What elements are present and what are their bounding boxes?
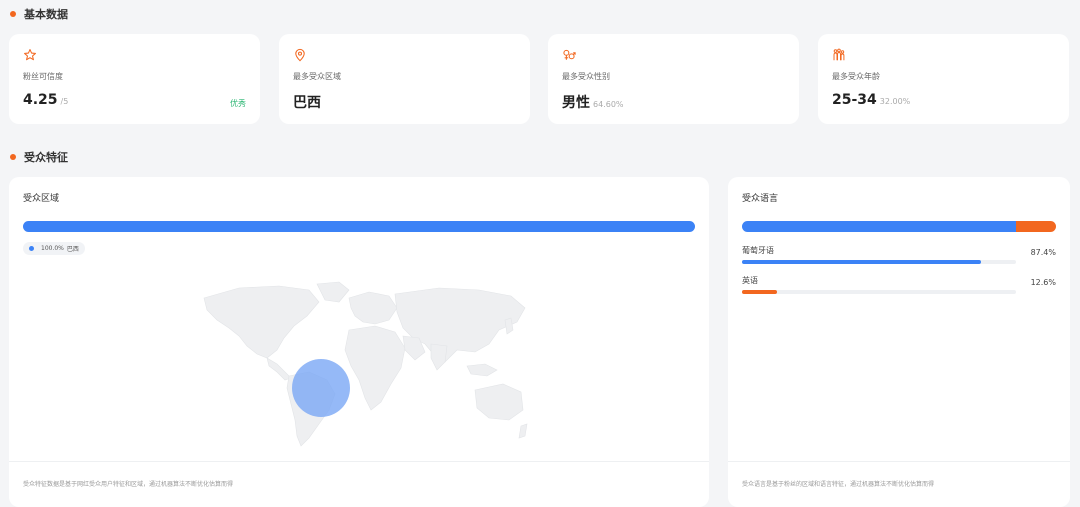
stat-value-text: 25-34 bbox=[832, 92, 877, 108]
stat-label: 粉丝可信度 bbox=[23, 72, 63, 81]
language-fill-portuguese bbox=[742, 260, 982, 264]
stat-value: 4.25 /5 bbox=[23, 92, 68, 108]
map-new-zealand bbox=[518, 423, 528, 439]
audience-language-panel: 受众语言 葡萄牙语 87.4% 英语 12.6% 受众语言是基于粉丝的区域和语言… bbox=[728, 177, 1070, 507]
stat-card-region: 最多受众区域 巴西 bbox=[279, 34, 530, 124]
stat-card-credibility: 粉丝可信度 4.25 /5 优秀 bbox=[9, 34, 260, 124]
world-map bbox=[203, 281, 528, 447]
rating-badge: 优秀 bbox=[230, 99, 246, 108]
language-segment-portuguese[interactable] bbox=[742, 221, 1017, 232]
panel-footnote: 受众特征数据是基于网红受众用户特征和区域，通过机器算法不断优化估算而得 bbox=[23, 481, 234, 488]
map-se-asia bbox=[466, 363, 498, 377]
map-india bbox=[430, 343, 448, 371]
section-title-text: 基本数据 bbox=[24, 8, 68, 21]
language-percent: 12.6% bbox=[1030, 278, 1056, 287]
panel-title: 受众区域 bbox=[23, 194, 60, 204]
legend-percent: 100.0% bbox=[41, 245, 64, 252]
stat-card-gender: 最多受众性别 男性 64.60% bbox=[548, 34, 799, 124]
stat-label: 最多受众年龄 bbox=[832, 72, 880, 81]
stat-sub: 64.60% bbox=[593, 100, 624, 109]
map-greenland bbox=[316, 281, 350, 303]
section-dot bbox=[10, 11, 16, 17]
region-legend-chip[interactable]: 100.0% 巴西 bbox=[23, 242, 85, 255]
legend-dot bbox=[29, 246, 34, 251]
language-track bbox=[742, 290, 1016, 294]
section-title-text: 受众特征 bbox=[24, 151, 68, 164]
stat-value-text: 男性 bbox=[562, 95, 590, 111]
panel-title: 受众语言 bbox=[742, 194, 779, 204]
language-percent: 87.4% bbox=[1030, 248, 1056, 257]
region-share-bar[interactable] bbox=[23, 221, 695, 232]
section-title-basic: 基本数据 bbox=[10, 6, 68, 22]
star-icon bbox=[24, 49, 36, 61]
stat-value-text: 巴西 bbox=[293, 95, 321, 111]
brazil-bubble[interactable] bbox=[292, 359, 350, 417]
language-fill-english bbox=[742, 290, 777, 294]
people-icon bbox=[833, 48, 845, 61]
stat-card-age: 最多受众年龄 25-34 32.00% bbox=[818, 34, 1069, 124]
stat-value: 巴西 bbox=[293, 92, 321, 112]
stat-sub: 32.00% bbox=[879, 97, 911, 106]
section-dot bbox=[10, 154, 16, 160]
gender-icon bbox=[563, 49, 576, 60]
panel-footnote: 受众语言是基于粉丝的区域和语言特征，通过机器算法不断优化估算而得 bbox=[742, 481, 935, 488]
language-track bbox=[742, 260, 1016, 264]
language-segment-english[interactable] bbox=[1016, 221, 1056, 232]
map-north-america bbox=[203, 285, 320, 359]
location-pin-icon bbox=[295, 48, 305, 62]
map-africa bbox=[344, 325, 406, 411]
map-australia bbox=[474, 383, 524, 421]
map-central-america bbox=[266, 357, 292, 381]
legend-country: 巴西 bbox=[66, 246, 79, 253]
stat-label: 最多受众区域 bbox=[293, 72, 341, 81]
panel-divider bbox=[728, 461, 1070, 462]
panel-divider bbox=[9, 461, 709, 462]
audience-region-panel: 受众区域 100.0% 巴西 受众特征数据是基于网红受众用户特征和区域，通过机器… bbox=[9, 177, 709, 507]
language-name: 葡萄牙语 bbox=[742, 246, 774, 255]
stat-label: 最多受众性别 bbox=[562, 72, 610, 81]
map-europe bbox=[348, 291, 398, 325]
section-title-audience: 受众特征 bbox=[10, 149, 68, 165]
language-name: 英语 bbox=[742, 276, 758, 285]
stat-sub: /5 bbox=[60, 97, 69, 106]
stat-value-text: 4.25 bbox=[23, 92, 58, 108]
stat-value: 男性 64.60% bbox=[562, 92, 624, 112]
stat-value: 25-34 32.00% bbox=[832, 92, 910, 108]
language-stacked-bar[interactable] bbox=[742, 221, 1056, 232]
